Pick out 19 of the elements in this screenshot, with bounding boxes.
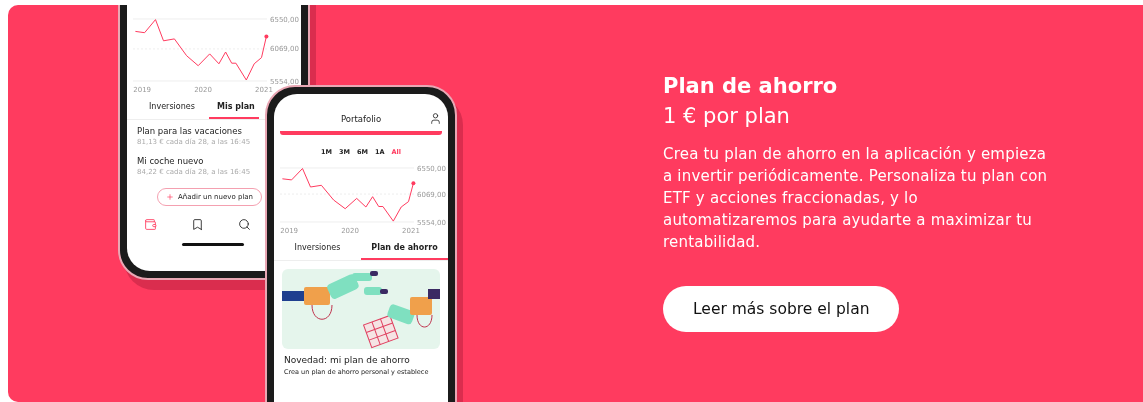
search-icon[interactable] xyxy=(238,218,251,231)
promo-text: Crea tu plan de ahorro en la aplicación y empieza a invertir periódicamente. Personaliza tu plan con ETF y acciones fraccionadas, y lo automatizaremos para ayudarte a maximizar tu rentabilidad. xyxy=(663,144,1049,253)
chart-point xyxy=(411,181,416,186)
news-title: Novedad: mi plan de ahorro xyxy=(283,354,411,365)
tab[interactable]: Inversiones xyxy=(274,236,361,260)
plus-icon xyxy=(166,193,174,201)
screen-title: Portafolio xyxy=(340,114,382,126)
user-icon[interactable] xyxy=(429,112,442,125)
plan-name: Mi coche nuevo xyxy=(137,156,205,166)
promo-subtitle: 1 € por plan xyxy=(663,103,791,130)
read-more-button[interactable]: Leer más sobre el plan xyxy=(663,286,900,332)
wallet-icon[interactable] xyxy=(144,218,157,231)
tab[interactable]: Plan de ahorro xyxy=(361,236,448,260)
promo-title: Plan de ahorro xyxy=(663,73,839,100)
bookmark-icon[interactable] xyxy=(191,218,204,231)
chart-point xyxy=(264,34,269,39)
plan-name: Plan para las vacaciones xyxy=(137,126,243,136)
tab[interactable]: Inversiones xyxy=(127,95,209,119)
tab[interactable]: Mis plan xyxy=(209,95,259,119)
